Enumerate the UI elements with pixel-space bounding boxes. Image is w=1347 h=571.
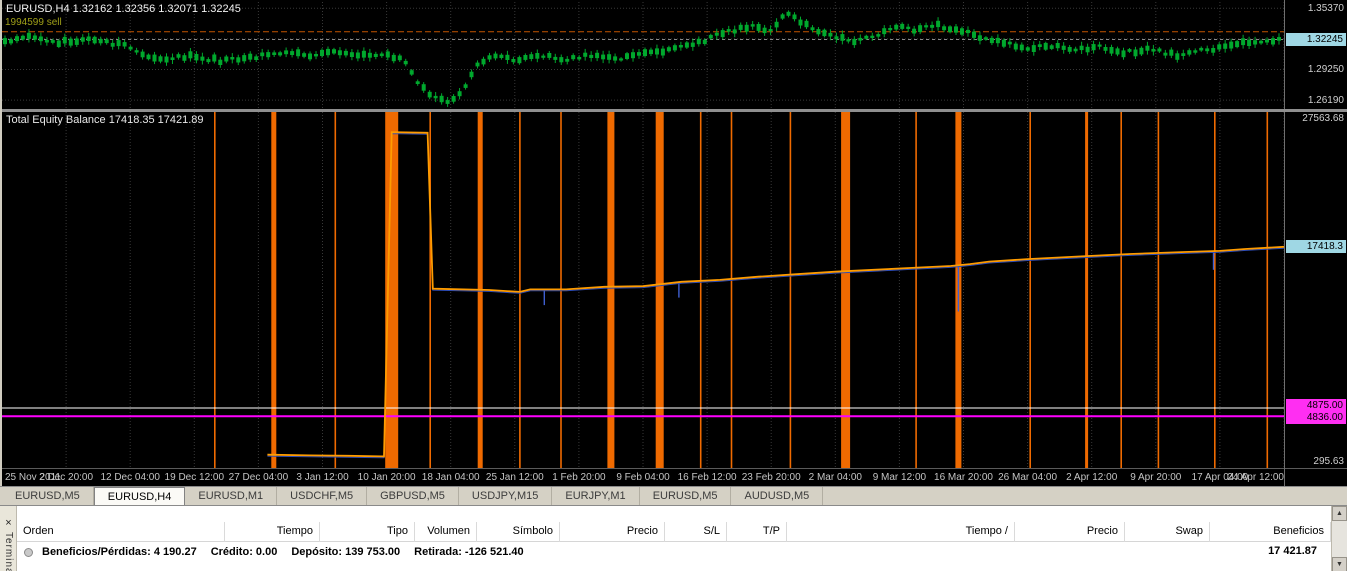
chart-tab-usdjpy-m15[interactable]: USDJPY,M15 bbox=[459, 487, 552, 505]
magenta-level-box: 4836.00 bbox=[1286, 411, 1346, 424]
balance-summary: Beneficios/Pérdidas: 4 190.27 Crédito: 0.… bbox=[42, 546, 538, 558]
time-axis-label: 18 Jan 04:00 bbox=[422, 472, 480, 483]
mt4-window: EURUSD,H4 1.32162 1.32356 1.32071 1.3224… bbox=[0, 0, 1347, 571]
chart-tab-eurjpy-m1[interactable]: EURJPY,M1 bbox=[552, 487, 639, 505]
price-chart-canvas[interactable] bbox=[2, 2, 1284, 109]
time-axis[interactable]: 25 Nov 20112 Dec 20:0012 Dec 04:0019 Dec… bbox=[2, 469, 1284, 486]
terminal-scrollbar[interactable]: ▲ ▼ bbox=[1331, 506, 1347, 571]
equity-indicator-title: Total Equity Balance 17418.35 17421.89 bbox=[6, 114, 204, 126]
chart-tabs-bar: EURUSD,M5EURUSD,H4EURUSD,M1USDCHF,M5GBPU… bbox=[0, 486, 1347, 505]
column-header-tiempo-[interactable]: Tiempo / bbox=[787, 522, 1015, 542]
balance-row[interactable]: Beneficios/Pérdidas: 4 190.27 Crédito: 0.… bbox=[17, 542, 1331, 562]
scroll-up-button[interactable]: ▲ bbox=[1332, 506, 1347, 521]
pane-splitter[interactable] bbox=[0, 109, 1347, 112]
chart-tab-eurusd-m1[interactable]: EURUSD,M1 bbox=[185, 487, 277, 505]
time-axis-label: 27 Dec 04:00 bbox=[229, 472, 289, 483]
time-axis-label: 26 Mar 04:00 bbox=[998, 472, 1057, 483]
time-axis-label: 2 Apr 12:00 bbox=[1066, 472, 1117, 483]
column-header-s-l[interactable]: S/L bbox=[665, 522, 727, 542]
time-axis-label: 10 Jan 20:00 bbox=[358, 472, 416, 483]
column-header-precio[interactable]: Precio bbox=[560, 522, 665, 542]
summary-cr-dito-: Crédito: 0.00 bbox=[211, 546, 278, 558]
order-line-label: 1994599 sell bbox=[5, 17, 62, 28]
chart-tab-eurusd-m5[interactable]: EURUSD,M5 bbox=[2, 487, 94, 505]
summary-retirada-: Retirada: -126 521.40 bbox=[414, 546, 523, 558]
equity-scale-label: 27563.68 bbox=[1302, 113, 1344, 124]
terminal-tab-label[interactable]: Terminal bbox=[3, 532, 14, 571]
price-scale-label: 1.26190 bbox=[1308, 95, 1344, 106]
chart-tab-usdchf-m5[interactable]: USDCHF,M5 bbox=[277, 487, 367, 505]
price-scale-label: 1.29250 bbox=[1308, 64, 1344, 75]
time-axis-label: 2 Mar 04:00 bbox=[809, 472, 862, 483]
time-axis-label: 2 Dec 20:00 bbox=[39, 472, 93, 483]
total-profit-value: 17 421.87 bbox=[1268, 545, 1317, 557]
time-axis-label: 12 Dec 04:00 bbox=[100, 472, 160, 483]
close-terminal-button[interactable]: × bbox=[0, 516, 17, 530]
chart-tab-eurusd-m5[interactable]: EURUSD,M5 bbox=[640, 487, 732, 505]
chart-tab-eurusd-h4[interactable]: EURUSD,H4 bbox=[94, 487, 186, 505]
window-left-border bbox=[0, 0, 2, 486]
terminal-tab-strip: × Terminal bbox=[0, 506, 17, 571]
time-axis-label: 19 Dec 12:00 bbox=[165, 472, 225, 483]
chart-tab-gbpusd-m5[interactable]: GBPUSD,M5 bbox=[367, 487, 459, 505]
summary-dep-sito-: Depósito: 139 753.00 bbox=[291, 546, 400, 558]
time-axis-label: 9 Mar 12:00 bbox=[873, 472, 926, 483]
current-price-box: 1.32245 bbox=[1286, 33, 1346, 46]
column-header-t-p[interactable]: T/P bbox=[727, 522, 787, 542]
column-header-tiempo[interactable]: Tiempo bbox=[225, 522, 320, 542]
terminal-panel: × Terminal OrdenTiempoTipoVolumenSímbolo… bbox=[0, 505, 1347, 571]
time-axis-label: 16 Mar 20:00 bbox=[934, 472, 993, 483]
column-header-tipo[interactable]: Tipo bbox=[320, 522, 415, 542]
time-axis-label: 25 Jan 12:00 bbox=[486, 472, 544, 483]
chart-tab-audusd-m5[interactable]: AUDUSD,M5 bbox=[731, 487, 823, 505]
time-axis-label: 9 Apr 20:00 bbox=[1130, 472, 1181, 483]
ohlc-label: EURUSD,H4 1.32162 1.32356 1.32071 1.3224… bbox=[6, 3, 241, 15]
column-header-volumen[interactable]: Volumen bbox=[415, 522, 477, 542]
price-chart-pane[interactable]: EURUSD,H4 1.32162 1.32356 1.32071 1.3224… bbox=[2, 2, 1284, 109]
price-scale[interactable]: 1.35370 1.29250 1.26190 1.32245 bbox=[1285, 2, 1347, 109]
current-equity-box: 17418.3 bbox=[1286, 240, 1346, 253]
time-axis-label: 3 Jan 12:00 bbox=[296, 472, 348, 483]
equity-scale[interactable]: 27563.68 17418.3 4875.00 4836.00 295.63 bbox=[1285, 112, 1347, 468]
scroll-down-button[interactable]: ▼ bbox=[1332, 557, 1347, 571]
balance-row-icon bbox=[24, 548, 33, 557]
terminal-header-row: OrdenTiempoTipoVolumenSímboloPrecioS/LT/… bbox=[17, 522, 1331, 542]
summary-beneficios-p-rdidas-: Beneficios/Pérdidas: 4 190.27 bbox=[42, 546, 197, 558]
column-header-swap[interactable]: Swap bbox=[1125, 522, 1210, 542]
equity-chart-pane[interactable]: Total Equity Balance 17418.35 17421.89 bbox=[2, 112, 1284, 468]
time-axis-label: 23 Feb 20:00 bbox=[742, 472, 801, 483]
column-header-s-mbolo[interactable]: Símbolo bbox=[477, 522, 560, 542]
time-axis-label: 16 Feb 12:00 bbox=[678, 472, 737, 483]
terminal-main: OrdenTiempoTipoVolumenSímboloPrecioS/LT/… bbox=[17, 506, 1331, 571]
price-scale-label: 1.35370 bbox=[1308, 3, 1344, 14]
equity-chart-canvas[interactable] bbox=[2, 112, 1284, 468]
time-axis-label: 24 Apr 12:00 bbox=[1227, 472, 1284, 483]
column-header-orden[interactable]: Orden bbox=[17, 522, 225, 542]
time-axis-label: 9 Feb 04:00 bbox=[616, 472, 669, 483]
time-axis-label: 1 Feb 20:00 bbox=[552, 472, 605, 483]
column-header-beneficios[interactable]: Beneficios bbox=[1210, 522, 1331, 542]
equity-scale-label: 295.63 bbox=[1313, 456, 1344, 467]
column-header-precio[interactable]: Precio bbox=[1015, 522, 1125, 542]
